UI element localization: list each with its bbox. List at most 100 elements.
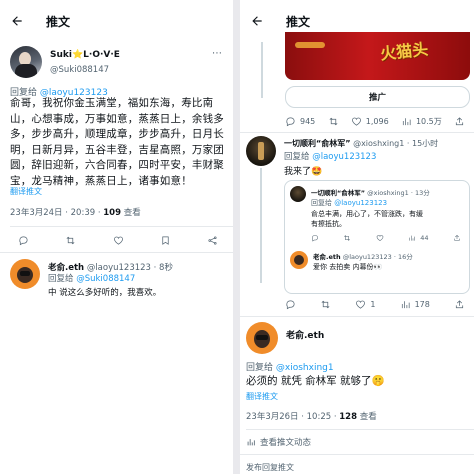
banner-text: 火猫头	[379, 39, 430, 64]
share-icon	[208, 235, 217, 245]
like-button[interactable]: 1	[355, 299, 375, 310]
left-screen: 推文 Suki⭐L·O·V·E @Suki088147 ⋯ 回复给 @laoyu…	[0, 0, 233, 474]
reply-prefix: 回复给	[48, 274, 74, 284]
avatar[interactable]	[246, 136, 276, 166]
right-screen: 推文 火猫头 推广 945 1,096 10.5万 一切顺利“俞林军” @xio…	[240, 0, 474, 474]
promote-button[interactable]: 推广	[285, 86, 470, 108]
translate-link[interactable]: 翻译推文	[10, 186, 42, 197]
thread-line	[260, 168, 262, 283]
back-arrow-icon[interactable]	[250, 14, 264, 28]
reply-icon	[19, 235, 28, 245]
tweet-date: 23年3月24日 · 20:39 ·	[10, 208, 104, 218]
author-name[interactable]: Suki⭐L·O·V·E	[50, 50, 120, 60]
reply-icon	[286, 116, 295, 126]
quoted-author-handle: @xioshxing1	[367, 189, 409, 197]
author-name[interactable]: 一切顺利“俞林军”	[284, 139, 351, 148]
quoted-views: 44	[408, 234, 429, 242]
bookmark-button[interactable]	[160, 235, 171, 246]
quoted-thread-card[interactable]: 一切顺利“俞林军” @xioshxing1 · 13分 回复给 @laoyu12…	[284, 180, 470, 294]
reply-button[interactable]	[18, 235, 29, 246]
reply-composer-hint[interactable]: 发布回复推文	[246, 462, 294, 473]
divider	[240, 316, 474, 317]
reply-to-link[interactable]: @laoyu123123	[312, 152, 376, 162]
view-count: 10.5万	[415, 116, 442, 126]
reply-button[interactable]: 945	[285, 116, 315, 127]
divider	[246, 429, 474, 430]
quoted-retweet-icon	[343, 234, 351, 242]
view-count: 109	[103, 208, 121, 218]
activity-label: 查看推文动态	[260, 438, 312, 448]
reply-prefix: 回复给	[284, 152, 310, 162]
quoted-time: · 13分	[410, 189, 430, 197]
divider	[240, 454, 474, 455]
heart-icon	[356, 300, 366, 309]
divider	[10, 226, 233, 227]
like-button[interactable]	[113, 235, 124, 246]
tweet-time: · 15小时	[406, 139, 439, 148]
like-count: 1,096	[365, 116, 389, 126]
tweet-text: 俞哥，我祝你金玉满堂，福如东海，寿比南山，心想事成，万事如意，蒸蒸日上，余钱多多…	[10, 97, 224, 187]
promo-banner-image[interactable]: 火猫头	[285, 32, 470, 80]
share-icon	[455, 116, 464, 125]
thread-line	[261, 42, 263, 98]
quoted-view-count: 44	[420, 234, 429, 242]
reply-prefix: 回复给	[311, 199, 332, 207]
reply-avatar[interactable]	[10, 259, 40, 289]
share-icon	[455, 299, 464, 308]
quoted-like-icon	[376, 234, 384, 242]
views-icon	[401, 300, 410, 308]
reply-to-line: 回复给 @xioshxing1	[246, 360, 334, 373]
quoted-share-icon	[453, 234, 461, 242]
quoted-reply-line: 回复给 @laoyu123123	[311, 198, 387, 208]
author-name[interactable]: 老俞.eth	[286, 328, 324, 341]
tweet-meta: 23年3月24日 · 20:39 · 109 查看	[10, 206, 141, 218]
divider	[0, 252, 233, 253]
quoted-action-bar: 44	[311, 233, 461, 243]
share-button[interactable]	[207, 235, 218, 246]
retweet-button[interactable]	[320, 299, 331, 310]
tweet-date: 23年3月26日 · 10:25 ·	[246, 412, 340, 422]
avatar[interactable]	[10, 46, 42, 78]
quoted2-text: 爱你 去拍卖 内幕份👀	[313, 263, 383, 271]
reply-to-line: 回复给 @laoyu123123	[284, 150, 376, 162]
more-icon[interactable]: ⋯	[212, 48, 222, 59]
reply-to-link[interactable]: @xioshxing1	[276, 363, 334, 373]
quoted2-author-name: 老俞.eth	[313, 253, 341, 261]
retweet-button[interactable]	[328, 116, 339, 127]
reply-to-link[interactable]: @Suki088147	[76, 274, 135, 284]
tweet-meta: 23年3月26日 · 10:25 · 128 查看	[246, 410, 377, 422]
avatar[interactable]	[246, 322, 278, 354]
views-label: 查看	[121, 208, 141, 218]
reply-button[interactable]	[285, 299, 296, 310]
share-button[interactable]	[454, 116, 465, 127]
views-icon	[402, 117, 411, 125]
view-count: 128	[339, 412, 357, 422]
views-button[interactable]: 10.5万	[401, 116, 442, 127]
back-arrow-icon[interactable]	[10, 14, 24, 28]
action-bar: 1 178	[285, 297, 465, 311]
page-title: 推文	[286, 14, 311, 29]
author-handle[interactable]: @xioshxing1	[353, 139, 404, 148]
author-handle[interactable]: @Suki088147	[50, 65, 109, 75]
activity-icon	[247, 439, 255, 446]
top-bar: 推文	[0, 0, 233, 42]
like-button[interactable]: 1,096	[351, 116, 389, 127]
reply-text: 中 说这么多好听的，我喜欢。	[48, 288, 162, 298]
reply-to-link: @laoyu123123	[334, 199, 388, 207]
quoted-avatar	[290, 186, 306, 202]
like-count: 1	[370, 299, 376, 309]
tweet-header: 一切顺利“俞林军” @xioshxing1 · 15小时	[284, 138, 438, 149]
retweet-icon	[66, 236, 75, 244]
translate-link[interactable]: 翻译推文	[246, 391, 278, 402]
retweet-button[interactable]	[65, 235, 76, 246]
share-button[interactable]	[454, 299, 465, 310]
quoted2-time: · 16分	[393, 253, 413, 261]
quoted2-header: 老俞.eth @laoyu123123 · 16分	[313, 251, 413, 261]
tweet-activity-link[interactable]: 查看推文动态	[246, 436, 311, 448]
bookmark-icon	[162, 235, 169, 245]
quoted2-avatar	[290, 251, 308, 269]
view-count: 178	[414, 299, 430, 309]
views-button[interactable]: 178	[400, 299, 430, 310]
quoted2-author-handle: @laoyu123123	[342, 253, 392, 261]
retweet-icon	[321, 300, 330, 308]
